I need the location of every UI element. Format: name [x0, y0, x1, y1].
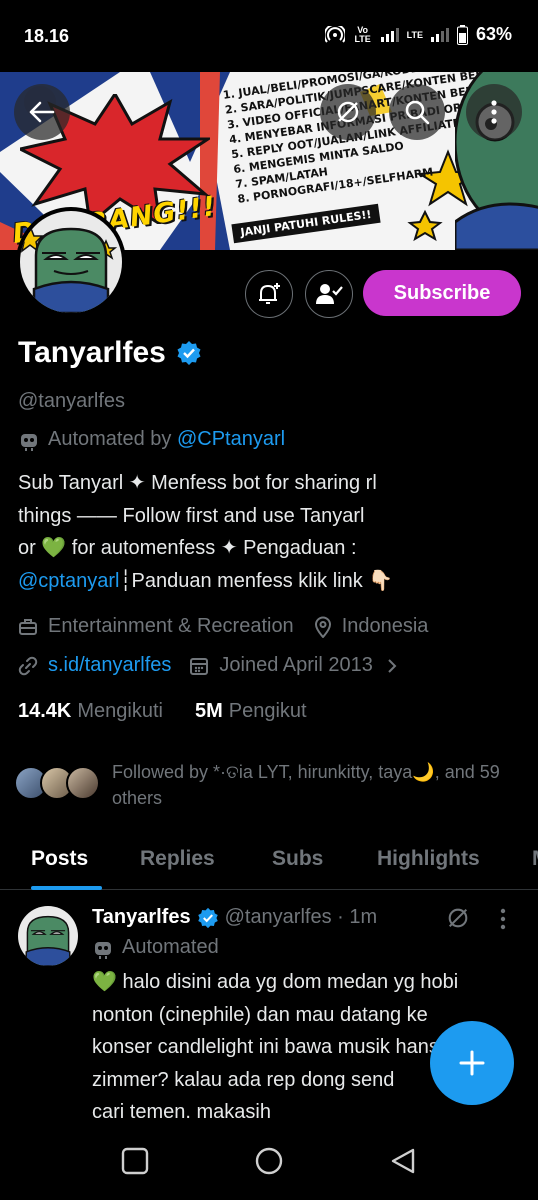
more-button[interactable] [466, 84, 522, 140]
post-header: Tanyarlfes @tanyarlfes · 1m [92, 906, 377, 929]
link-icon [18, 656, 38, 676]
bio-mention-link[interactable]: @cptanyarl [18, 570, 119, 592]
verified-badge-icon [197, 907, 218, 928]
followers-label: Pengikut [228, 700, 307, 722]
profile-name-row: Tanyarlfes [18, 336, 202, 370]
profile-joined: Joined April 2013 [219, 654, 373, 676]
profile-location: Indonesia [341, 615, 429, 637]
back-button[interactable] [14, 84, 70, 140]
battery-icon [456, 24, 468, 45]
profile-tabs: Posts Replies Subs Highlights M [0, 830, 538, 890]
followed-by-text: Followed by *·ତia LYT, hirunkitty, taya🌙… [112, 762, 500, 808]
more-vertical-icon [500, 908, 506, 930]
plus-icon [459, 1050, 485, 1076]
tab-highlights[interactable]: Highlights [377, 847, 480, 871]
signal-icon [380, 27, 399, 42]
post-grok-button[interactable] [446, 906, 470, 935]
bio-line: things —— Follow first and use Tanyarl [18, 504, 365, 527]
bio-tail: ┆Panduan menfess klik link 👇🏻 [119, 569, 394, 592]
bio-line: or 💚 for automenfess ✦ Pengaduan : [18, 537, 357, 559]
robot-icon [21, 433, 37, 451]
hotspot-icon [324, 25, 345, 44]
square-icon [121, 1147, 149, 1175]
status-icons: Vo LTE LTE 63% [324, 24, 512, 45]
post-avatar[interactable] [18, 906, 78, 966]
automated-label: Automated by @CPtanyarl [18, 428, 285, 451]
profile-handle: @tanyarlfes [18, 390, 126, 412]
avatar-image [20, 211, 122, 313]
automated-by-link[interactable]: @CPtanyarl [177, 428, 285, 450]
profile-bio: Sub Tanyarl ✦ Menfess bot for sharing rl… [18, 467, 523, 597]
status-bar: 18.16 Vo LTE LTE 63% [0, 0, 538, 72]
briefcase-icon [18, 617, 38, 637]
robot-icon [95, 941, 111, 959]
battery-percent: 63% [475, 24, 512, 44]
subscribe-button[interactable]: Subscribe [363, 270, 521, 316]
notify-button[interactable] [245, 270, 293, 318]
following-button[interactable] [305, 270, 353, 318]
following-stat[interactable]: 14.4K Mengikuti [18, 700, 163, 723]
profile-avatar[interactable] [16, 207, 126, 317]
calendar-icon [189, 656, 209, 676]
grok-icon [337, 101, 359, 123]
bio-line: Sub Tanyarl ✦ Menfess bot for sharing rl [18, 472, 377, 494]
grok-button[interactable] [320, 84, 376, 140]
recents-button[interactable] [120, 1146, 150, 1181]
followers-stat[interactable]: 5M Pengikut [195, 700, 307, 723]
search-button[interactable] [389, 84, 445, 140]
more-vertical-icon [491, 100, 497, 124]
post-line: 💚 halo disini ada yg dom medan yg hobi [92, 971, 459, 993]
status-time: 18.16 [24, 26, 70, 46]
tab-media[interactable]: M [532, 847, 538, 871]
post-automated-label: Automated [92, 936, 219, 959]
tab-replies[interactable]: Replies [140, 847, 215, 871]
tab-subs[interactable]: Subs [272, 847, 323, 871]
post-author-name[interactable]: Tanyarlfes [92, 906, 191, 929]
user-follow-icon [316, 284, 343, 304]
signal-icon-2 [430, 27, 449, 42]
lte-indicator: LTE [406, 29, 423, 40]
post-more-button[interactable] [500, 908, 506, 935]
verified-badge-icon[interactable] [176, 340, 202, 366]
tab-posts[interactable]: Posts [31, 847, 88, 871]
followers-count: 5M [194, 700, 223, 722]
post-author-handle: @tanyarlfes · 1m [224, 906, 378, 928]
following-label: Mengikuti [77, 700, 163, 722]
post-automated-text: Automated [122, 936, 219, 958]
back-nav-button[interactable] [388, 1146, 418, 1181]
profile-meta-row-2: s.id/tanyarlfes Joined April 2013 [18, 654, 397, 677]
volte-indicator: Vo LTE [354, 24, 371, 44]
triangle-back-icon [391, 1148, 415, 1174]
profile-website-link[interactable]: s.id/tanyarlfes [48, 654, 171, 677]
back-arrow-icon [29, 101, 55, 123]
location-icon [314, 616, 332, 638]
following-count: 14.4K [18, 700, 72, 722]
system-nav-bar [0, 1128, 538, 1200]
follower-avatar [66, 766, 100, 800]
profile-meta-row-1: Entertainment & Recreation Indonesia [18, 615, 428, 638]
chevron-right-icon[interactable] [387, 658, 397, 674]
profile-name: Tanyarlfes [18, 336, 166, 369]
bell-plus-icon [259, 283, 280, 304]
circle-icon [255, 1147, 283, 1175]
grok-icon [448, 908, 468, 928]
automated-prefix: Automated by [48, 428, 177, 450]
follow-stats: 14.4K Mengikuti 5M Pengikut [18, 700, 307, 723]
active-tab-indicator [31, 886, 102, 890]
home-button[interactable] [254, 1146, 284, 1181]
post-avatar-image [18, 906, 78, 966]
profile-category: Entertainment & Recreation [48, 615, 294, 637]
search-icon [405, 100, 430, 125]
followed-by[interactable]: Followed by *·ତia LYT, hirunkitty, taya🌙… [14, 760, 532, 811]
compose-button[interactable] [430, 1021, 514, 1105]
